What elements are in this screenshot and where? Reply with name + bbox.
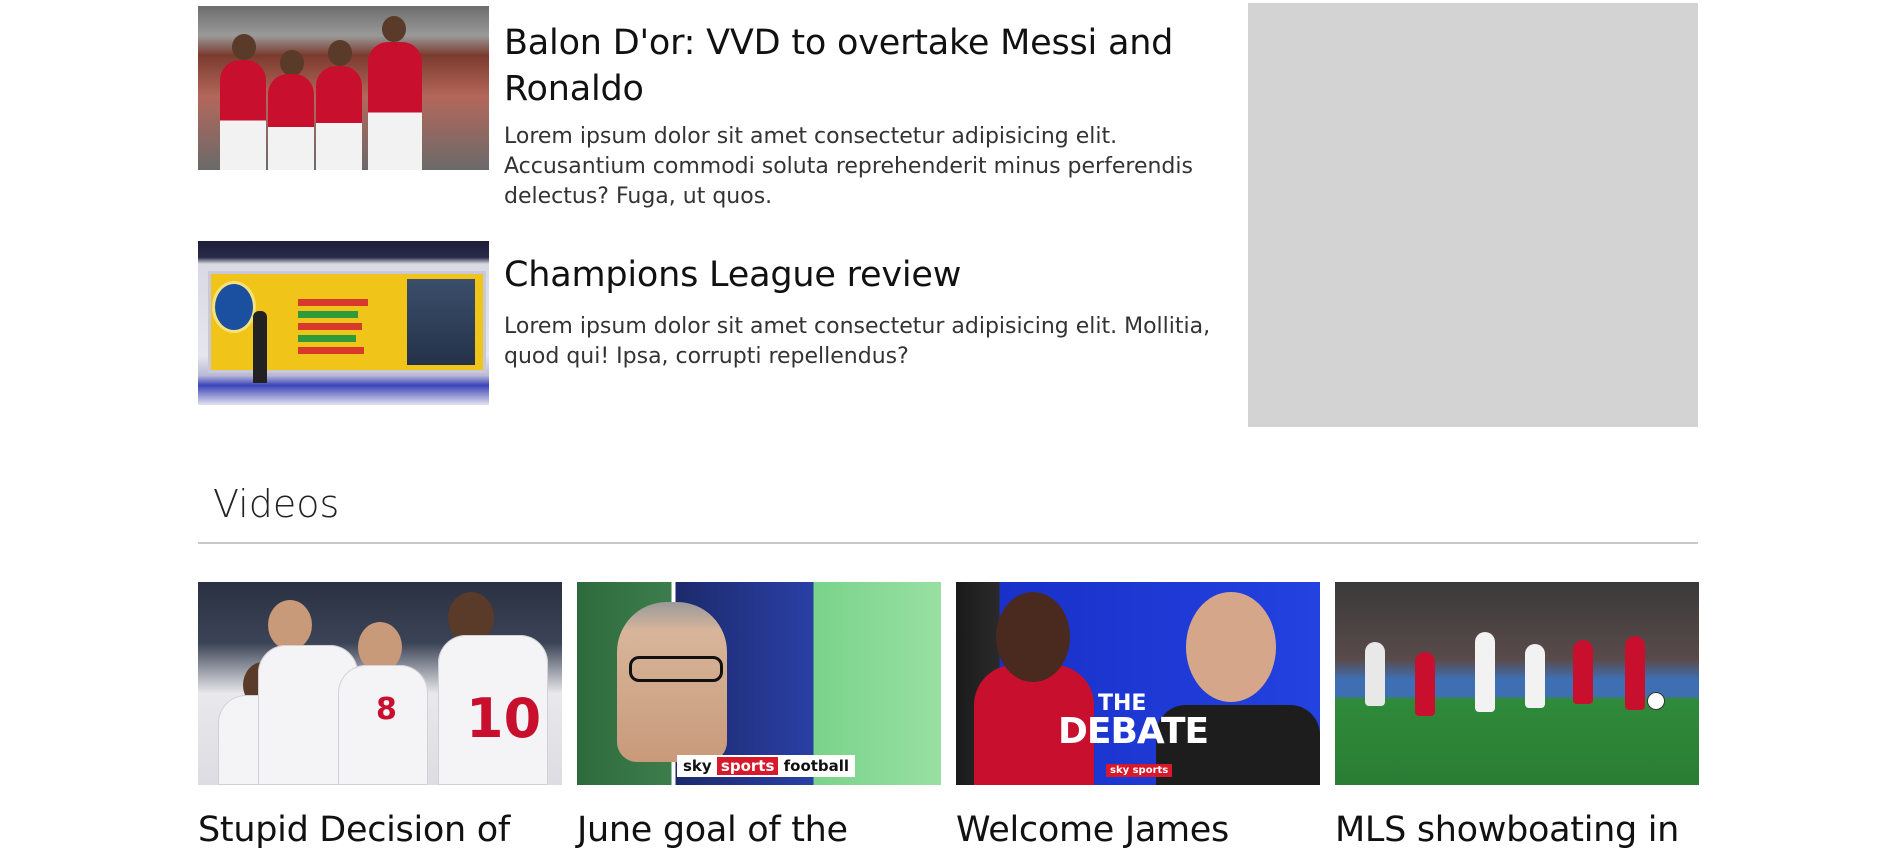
skysports-logo-text: sky sports <box>1106 764 1173 777</box>
video-card[interactable]: MLS showboating in <box>1335 582 1699 853</box>
article-thumbnail[interactable] <box>198 6 489 170</box>
sports-logo-text: sports <box>716 757 779 775</box>
sky-logo-text: sky <box>683 757 712 775</box>
article-card[interactable]: Champions League review Lorem ipsum dolo… <box>198 241 1228 405</box>
article-thumbnail[interactable] <box>198 241 489 405</box>
article-title[interactable]: Champions League review <box>504 252 1224 298</box>
video-thumbnail[interactable]: 8 10 <box>198 582 562 785</box>
article-text: Balon D'or: VVD to overtake Messi and Ro… <box>504 6 1224 212</box>
video-thumbnail[interactable] <box>1335 582 1699 785</box>
section-divider <box>198 542 1698 544</box>
article-text: Champions League review Lorem ipsum dolo… <box>504 241 1224 372</box>
video-title[interactable]: Stupid Decision of <box>198 807 562 853</box>
article-title[interactable]: Balon D'or: VVD to overtake Messi and Ro… <box>504 20 1224 112</box>
video-title[interactable]: June goal of the <box>577 807 941 853</box>
video-card[interactable]: sky sports football June goal of the <box>577 582 941 853</box>
videos-heading: Videos <box>213 482 340 526</box>
football-logo-text: football <box>783 757 850 775</box>
video-thumbnail[interactable]: sky sports football <box>577 582 941 785</box>
article-description: Lorem ipsum dolor sit amet consectetur a… <box>504 314 1211 369</box>
article-description: Lorem ipsum dolor sit amet consectetur a… <box>504 124 1193 209</box>
video-title[interactable]: Welcome James <box>956 807 1320 853</box>
video-card[interactable]: 8 10 Stupid Decision of <box>198 582 562 853</box>
video-card[interactable]: THE DEBATE sky sports Welcome James <box>956 582 1320 853</box>
video-thumbnail[interactable]: THE DEBATE sky sports <box>956 582 1320 785</box>
article-card[interactable]: Balon D'or: VVD to overtake Messi and Ro… <box>198 6 1228 212</box>
sidebar-ad-placeholder <box>1248 3 1698 427</box>
debate-logo-text: DEBATE <box>1058 711 1209 752</box>
video-title[interactable]: MLS showboating in <box>1335 807 1699 853</box>
